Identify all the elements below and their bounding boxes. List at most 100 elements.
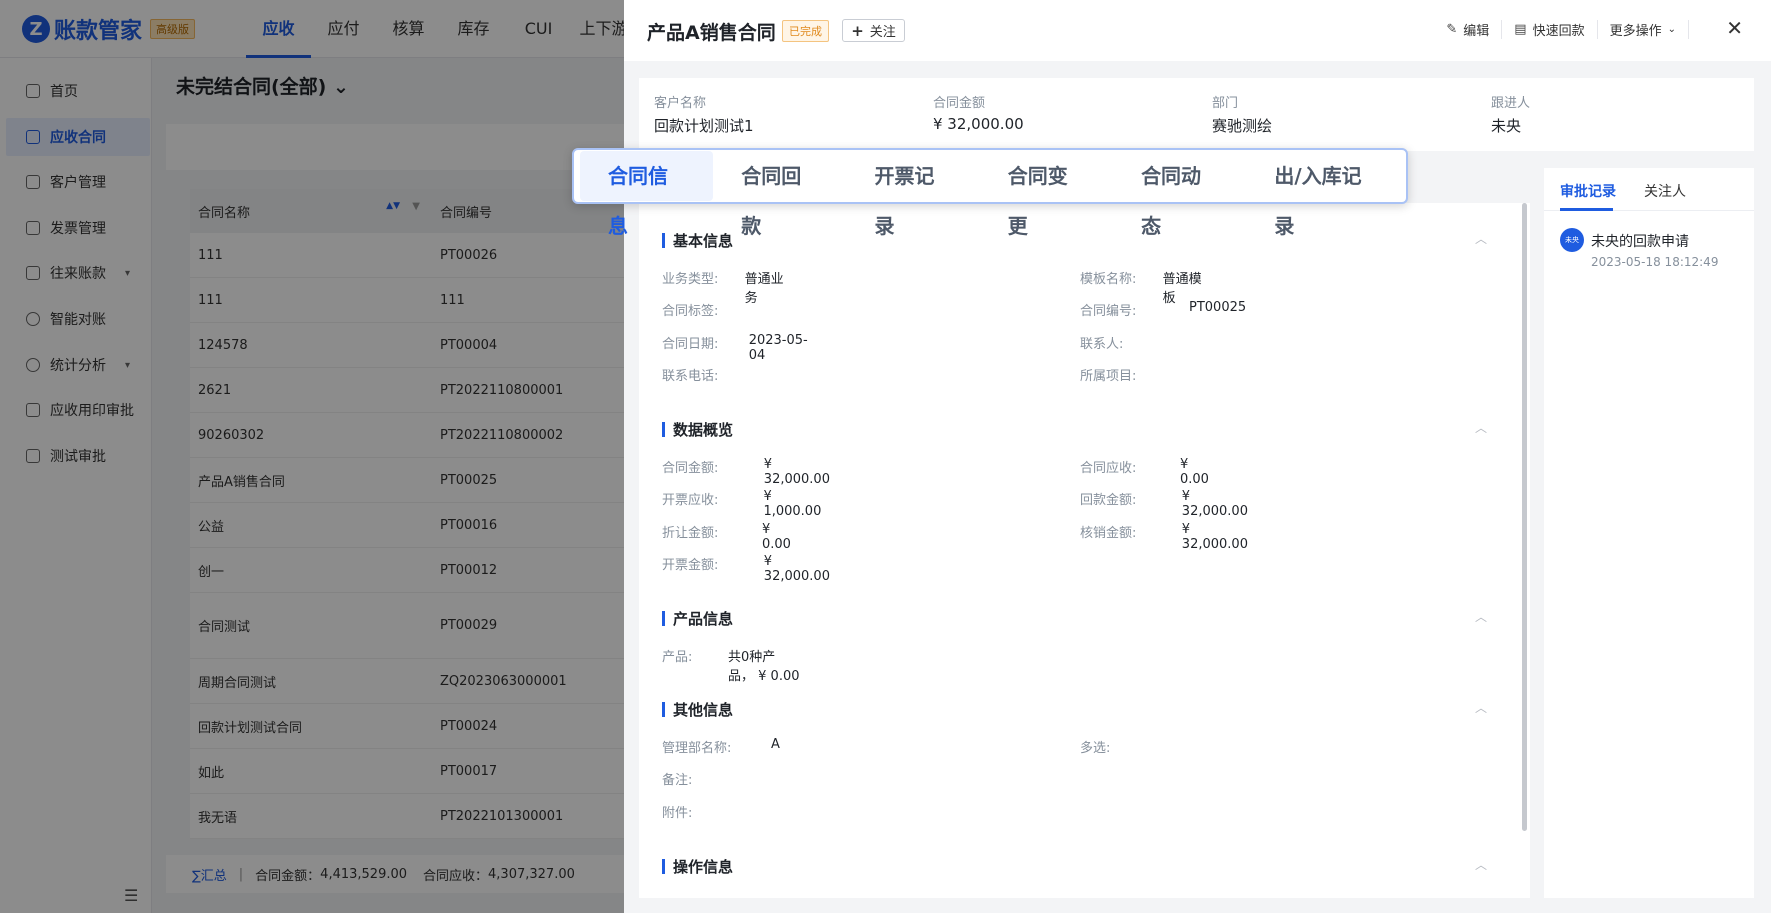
payment-icon: ▤ — [1514, 22, 1527, 37]
chevron-up-icon[interactable]: ︿ — [1475, 608, 1487, 625]
quick-payment-button[interactable]: ▤ 快速回款 — [1502, 20, 1598, 39]
field-dept: 管理部名称: A — [662, 737, 780, 756]
section-title: 操作信息 — [673, 858, 734, 876]
field-value: 共0种产品， ¥ 0.00 — [728, 650, 800, 684]
summary-label: 部门 — [1212, 96, 1239, 111]
field-value: A — [771, 737, 780, 752]
field-invoiced: 开票金额: ¥ 32,000.00 — [662, 554, 837, 584]
field-label: 附件: — [662, 806, 693, 821]
section-title: 基本信息 — [673, 232, 734, 250]
field-paid: 回款金额: ¥ 32,000.00 — [1080, 489, 1255, 519]
field-writeoff: 核销金额: ¥ 32,000.00 — [1080, 522, 1255, 552]
field-receivable: 合同应收: ¥ 0.00 — [1080, 457, 1218, 487]
field-discount: 折让金额: ¥ 0.00 — [662, 522, 800, 552]
section-accent — [662, 859, 665, 874]
detail-tabs: 合同信息 合同回款 开票记录 合同变更 合同动态 出/入库记录 — [572, 148, 1408, 238]
field-attachment: 附件: — [662, 802, 771, 821]
tab-payments[interactable]: 合同回款 — [713, 151, 846, 238]
section-header[interactable]: 产品信息 — [662, 608, 733, 629]
summary-follower: 跟进人 未央 — [1491, 92, 1530, 136]
active-tab-indicator — [1560, 208, 1613, 211]
record-title: 未央的回款申请 — [1591, 234, 1689, 250]
field-value: ¥ 0.00 — [1180, 457, 1209, 487]
field-label: 所属项目: — [1080, 369, 1137, 384]
field-value: 2023-05-04 — [748, 333, 808, 363]
status-badge: 已完成 — [782, 20, 829, 42]
field-label: 合同标签: — [662, 304, 719, 319]
section-accent — [662, 233, 665, 248]
section-basic: 基本信息 ︿ 业务类型: 普通业务 模板名称: 普通模板 合同标签: 合同编号: PT… — [662, 230, 1487, 384]
plus-icon: + — [851, 21, 864, 40]
section-operations: 操作信息 ︿ — [662, 856, 1487, 877]
edit-button[interactable]: ✎ 编辑 — [1434, 20, 1503, 39]
summary-department: 部门 赛驰测绘 — [1212, 92, 1272, 136]
follow-button[interactable]: + 关注 — [842, 19, 905, 42]
field-product: 产品: 共0种产品， ¥ 0.00 — [662, 646, 800, 684]
field-value: ¥ 32,000.00 — [1181, 522, 1248, 552]
section-product: 产品信息 ︿ 产品: 共0种产品， ¥ 0.00 — [662, 608, 1487, 684]
follow-label: 关注 — [869, 25, 896, 40]
field-label: 回款金额: — [1080, 493, 1137, 508]
contract-info-panel: 基本信息 ︿ 业务类型: 普通业务 模板名称: 普通模板 合同标签: 合同编号: PT… — [639, 203, 1530, 898]
avatar: 未央 — [1560, 228, 1584, 252]
summary-label: 跟进人 — [1491, 96, 1531, 111]
field-tag: 合同标签: — [662, 300, 771, 319]
summary-value: 赛驰测绘 — [1212, 117, 1273, 135]
approval-panel: 审批记录 关注人 未央 未央的回款申请 2023-05-18 18:12:49 — [1544, 168, 1754, 898]
field-code: 合同编号: PT00025 — [1080, 300, 1246, 319]
field-multi: 多选: — [1080, 737, 1189, 756]
section-header[interactable]: 数据概览 — [662, 419, 733, 440]
record-time: 2023-05-18 18:12:49 — [1591, 255, 1719, 269]
quick-payment-label: 快速回款 — [1532, 24, 1585, 39]
section-accent — [662, 422, 665, 437]
tab-contract-info[interactable]: 合同信息 — [580, 151, 714, 238]
scrollbar[interactable] — [1522, 203, 1527, 831]
field-contact: 联系人: — [1080, 333, 1189, 352]
chevron-down-icon: ⌄ — [1667, 24, 1676, 35]
summary-label: 客户名称 — [654, 96, 707, 111]
section-title: 其他信息 — [673, 701, 734, 719]
summary-customer: 客户名称 回款计划测试1 — [654, 92, 754, 136]
summary-value: ¥ 32,000.00 — [933, 115, 1024, 133]
field-label: 合同编号: — [1080, 304, 1137, 319]
close-icon[interactable]: ✕ — [1726, 16, 1743, 40]
field-label: 合同金额: — [662, 461, 719, 476]
more-actions-button[interactable]: 更多操作 ⌄ — [1598, 20, 1689, 39]
field-label: 核销金额: — [1080, 526, 1137, 541]
chevron-up-icon[interactable]: ︿ — [1475, 419, 1487, 436]
field-phone: 联系电话: — [662, 365, 771, 384]
section-accent — [662, 611, 665, 626]
tab-activity[interactable]: 合同动态 — [1113, 151, 1246, 238]
edit-label: 编辑 — [1463, 24, 1490, 39]
summary-value: 未央 — [1491, 117, 1522, 135]
field-label: 管理部名称: — [662, 741, 732, 756]
field-label: 备注: — [662, 773, 693, 788]
tab-invoices[interactable]: 开票记录 — [847, 151, 980, 238]
section-overview: 数据概览 ︿ 合同金额: ¥ 32,000.00 合同应收: ¥ 0.00 开票应收… — [662, 419, 1487, 584]
field-label: 联系电话: — [662, 369, 719, 384]
tab-approval-records[interactable]: 审批记录 — [1560, 181, 1616, 201]
tab-followers[interactable]: 关注人 — [1644, 181, 1686, 201]
field-value: ¥ 1,000.00 — [763, 489, 822, 519]
field-label: 多选: — [1080, 741, 1111, 756]
edit-icon: ✎ — [1446, 22, 1458, 37]
field-label: 折让金额: — [662, 526, 719, 541]
section-header[interactable]: 基本信息 — [662, 230, 733, 251]
field-invoice-receivable: 开票应收: ¥ 1,000.00 — [662, 489, 829, 519]
field-value: ¥ 0.00 — [762, 522, 791, 552]
section-other: 其他信息 ︿ 管理部名称: A 多选: 备注: 附件: — [662, 699, 1487, 821]
field-project: 所属项目: — [1080, 365, 1189, 384]
field-value: ¥ 32,000.00 — [763, 457, 830, 487]
chevron-up-icon[interactable]: ︿ — [1475, 230, 1487, 247]
section-title: 数据概览 — [673, 421, 734, 439]
section-header[interactable]: 其他信息 — [662, 699, 733, 720]
chevron-up-icon[interactable]: ︿ — [1475, 856, 1487, 873]
field-label: 合同应收: — [1080, 461, 1137, 476]
tab-stock-records[interactable]: 出/入库记录 — [1246, 151, 1406, 238]
field-label: 联系人: — [1080, 337, 1124, 352]
chevron-up-icon[interactable]: ︿ — [1475, 699, 1487, 716]
contract-summary-card: 客户名称 回款计划测试1 合同金额 ¥ 32,000.00 部门 赛驰测绘 跟进人 未央 — [639, 78, 1754, 151]
section-header[interactable]: 操作信息 — [662, 856, 733, 877]
tab-changes[interactable]: 合同变更 — [980, 151, 1113, 238]
field-remark: 备注: — [662, 769, 771, 788]
